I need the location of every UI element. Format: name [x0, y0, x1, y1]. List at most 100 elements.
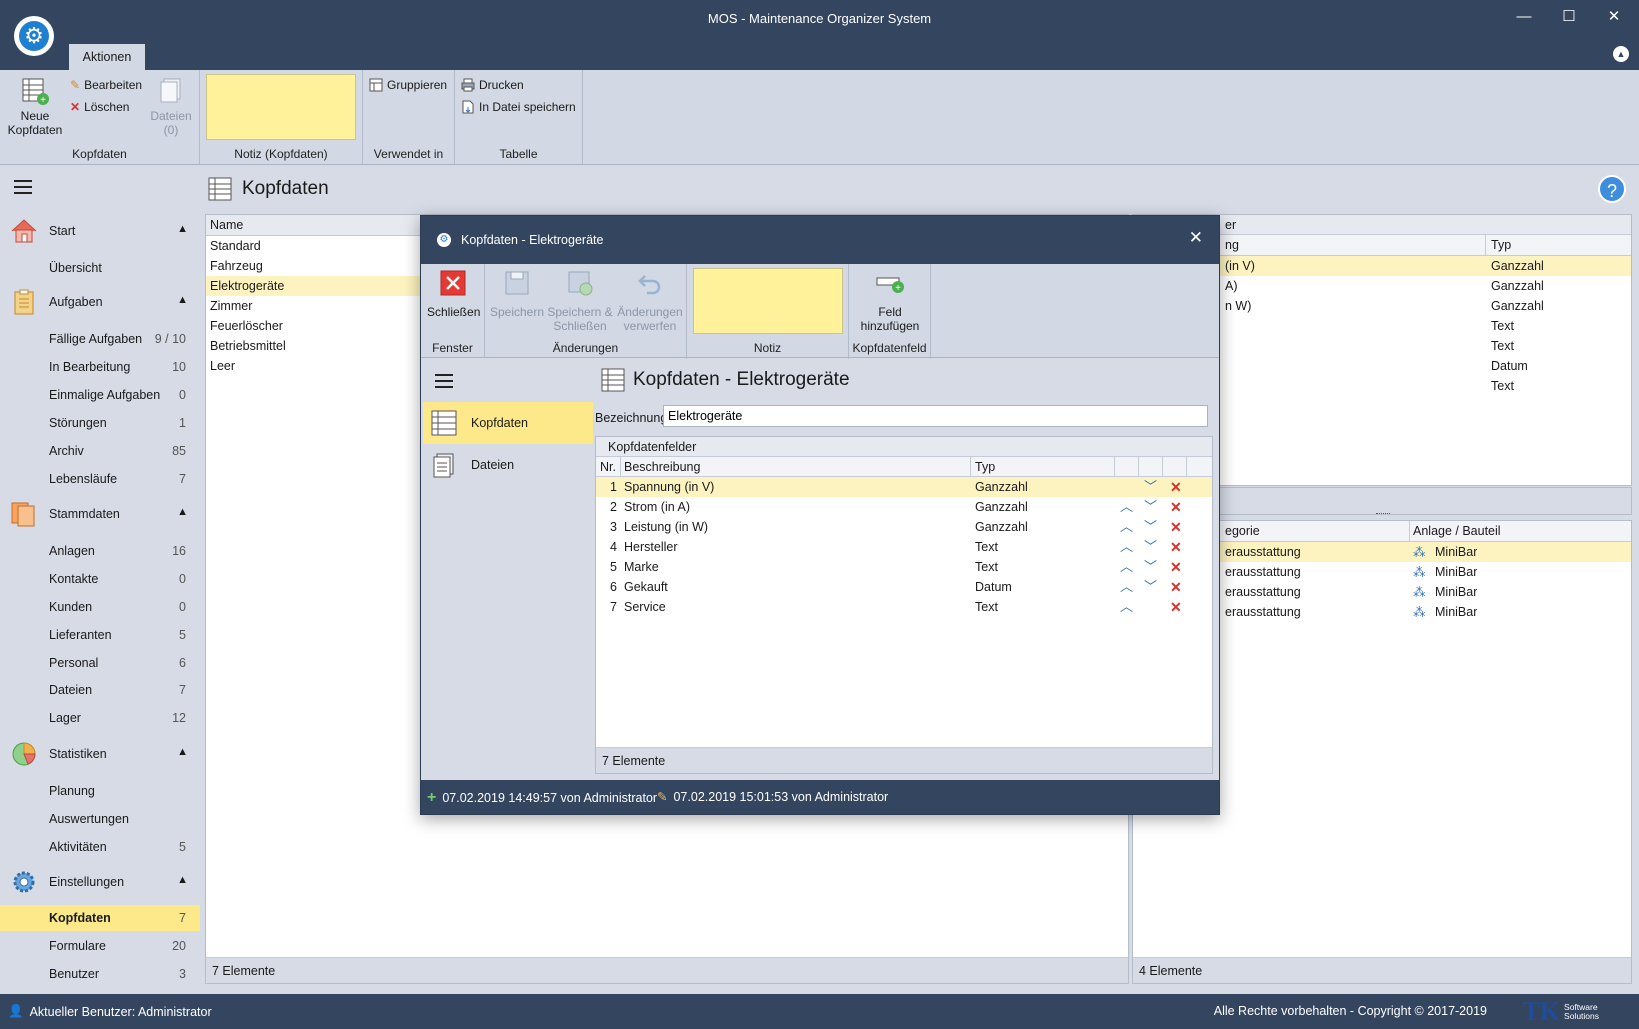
column-header[interactable]: ng — [1225, 235, 1239, 256]
sidebar-item-lebenslaeufe[interactable]: Lebensläufe 7 — [0, 466, 200, 492]
sidebar-item-aktivitaeten[interactable]: Aktivitäten 5 — [0, 834, 200, 860]
nav-section-label: Start — [49, 224, 76, 238]
bezeichnung-input[interactable] — [663, 405, 1208, 427]
created-text: 07.02.2019 14:49:57 von Administrator — [442, 791, 658, 805]
dialog-note-field[interactable] — [693, 268, 843, 334]
dialog-hamburger-icon[interactable] — [435, 374, 453, 392]
group-button[interactable]: Gruppieren — [369, 78, 447, 92]
move-up-icon[interactable]: ︿ — [1120, 597, 1133, 617]
move-down-icon[interactable]: ﹀ — [1144, 477, 1157, 497]
column-header[interactable]: egorie — [1225, 521, 1260, 542]
add-field-button[interactable]: + Feld hinzufügen — [853, 270, 927, 333]
delete-field-icon[interactable]: ✕ — [1170, 557, 1182, 577]
sidebar-item-benutzer[interactable]: Benutzer 3 — [0, 961, 200, 987]
move-down-icon[interactable]: ﹀ — [1144, 537, 1157, 557]
table-row[interactable]: 1 Spannung (in V) Ganzzahl ﹀ ✕ — [596, 477, 1212, 497]
sidebar-item-in-bearbeitung[interactable]: In Bearbeitung 10 — [0, 354, 200, 380]
move-down-icon[interactable]: ﹀ — [1144, 577, 1157, 597]
sidebar-item-kontakte[interactable]: Kontakte 0 — [0, 566, 200, 592]
sidebar-item-dateien[interactable]: Dateien 7 — [0, 677, 200, 703]
column-header[interactable]: Typ — [1491, 235, 1511, 256]
sidebar-item-einmalige-aufgaben[interactable]: Einmalige Aufgaben 0 — [0, 382, 200, 408]
sidebar-item-kopfdaten[interactable]: Kopfdaten 7 — [0, 905, 200, 931]
save-close-button[interactable]: Speichern & Schließen — [547, 270, 613, 333]
table-row[interactable]: 2 Strom (in A) Ganzzahl ︿ ﹀ ✕ — [596, 497, 1212, 517]
edit-button[interactable]: ✎ Bearbeiten — [70, 78, 142, 92]
table-icon — [208, 177, 232, 201]
close-dialog-button[interactable]: Schließen — [427, 270, 480, 319]
move-down-icon[interactable]: ﹀ — [1144, 497, 1157, 517]
dialog-nav-kopfdaten[interactable]: Kopfdaten — [423, 402, 593, 444]
sidebar-item-kunden[interactable]: Kunden 0 — [0, 594, 200, 620]
group-label-verwendet: Verwendet in — [373, 147, 444, 161]
sidebar-item-archiv[interactable]: Archiv 85 — [0, 438, 200, 464]
nav-section-start[interactable]: Start ▲ — [0, 216, 202, 246]
field-nr: 7 — [610, 600, 617, 614]
move-down-icon[interactable]: ﹀ — [1144, 517, 1157, 537]
move-up-icon[interactable]: ︿ — [1120, 537, 1133, 557]
table-row[interactable]: 7 Service Text ︿ ✕ — [596, 597, 1212, 617]
move-down-icon[interactable]: ﹀ — [1144, 557, 1157, 577]
print-button[interactable]: Drucken — [461, 78, 524, 92]
move-up-icon[interactable]: ︿ — [1120, 497, 1133, 517]
delete-field-icon[interactable]: ✕ — [1170, 597, 1182, 617]
hamburger-menu-icon[interactable] — [14, 180, 32, 198]
table-row[interactable]: 6 Gekauft Datum ︿ ﹀ ✕ — [596, 577, 1212, 597]
chevron-up-icon[interactable]: ▲ — [177, 874, 188, 886]
column-header-typ[interactable]: Typ — [975, 457, 995, 477]
note-field[interactable] — [206, 74, 356, 140]
delete-field-icon[interactable]: ✕ — [1170, 477, 1182, 497]
column-header-nr[interactable]: Nr. — [600, 457, 616, 477]
sidebar-item-faellige-aufgaben[interactable]: Fällige Aufgaben 9 / 10 — [0, 326, 200, 352]
dialog-close-icon[interactable]: ✕ — [1189, 228, 1203, 248]
splitter-handle[interactable] — [1376, 513, 1390, 515]
sidebar-item-stoerungen[interactable]: Störungen 1 — [0, 410, 200, 436]
move-up-icon[interactable]: ︿ — [1120, 517, 1133, 537]
move-up-icon[interactable]: ︿ — [1120, 557, 1133, 577]
tab-aktionen[interactable]: Aktionen — [69, 44, 145, 70]
new-kopfdaten-button[interactable]: + Neue Kopfdaten — [4, 76, 66, 137]
move-up-icon[interactable]: ︿ — [1120, 577, 1133, 597]
save-file-button[interactable]: In Datei speichern — [461, 100, 576, 114]
company-logo: TK Software Solutions — [1522, 997, 1599, 1027]
sidebar-item-lieferanten[interactable]: Lieferanten 5 — [0, 622, 200, 648]
files-button[interactable]: Dateien (0) — [146, 76, 196, 137]
save-button[interactable]: Speichern — [489, 270, 545, 319]
sidebar-item-label: Einmalige Aufgaben — [49, 388, 161, 402]
sidebar-item-formulare[interactable]: Formulare 20 — [0, 933, 200, 959]
sidebar-item-anlagen[interactable]: Anlagen 16 — [0, 538, 200, 564]
delete-field-icon[interactable]: ✕ — [1170, 537, 1182, 557]
nav-section-aufgaben[interactable]: Aufgaben ▲ — [0, 287, 202, 317]
collapse-ribbon-icon[interactable]: ▲ — [1613, 46, 1629, 62]
dialog-ribbon: Schließen Fenster Speichern Speichern & … — [421, 264, 1219, 359]
chevron-up-icon[interactable]: ▲ — [177, 294, 188, 306]
field-type: Datum — [975, 580, 1012, 594]
sidebar-item-personal[interactable]: Personal 6 — [0, 650, 200, 676]
chevron-up-icon[interactable]: ▲ — [177, 506, 188, 518]
table-row[interactable]: 4 Hersteller Text ︿ ﹀ ✕ — [596, 537, 1212, 557]
delete-field-icon[interactable]: ✕ — [1170, 497, 1182, 517]
nav-section-statistiken[interactable]: Statistiken ▲ — [0, 739, 202, 769]
delete-field-icon[interactable]: ✕ — [1170, 577, 1182, 597]
chevron-up-icon[interactable]: ▲ — [177, 746, 188, 758]
sidebar-item-auswertungen[interactable]: Auswertungen — [0, 806, 200, 832]
table-row[interactable]: 5 Marke Text ︿ ﹀ ✕ — [596, 557, 1212, 577]
sidebar-item-uebersicht[interactable]: Übersicht — [0, 255, 200, 281]
sidebar-item-lager[interactable]: Lager 12 — [0, 705, 200, 731]
discard-changes-button[interactable]: Änderungen verwerfen — [615, 270, 685, 333]
column-header-beschreibung[interactable]: Beschreibung — [624, 457, 700, 477]
delete-button[interactable]: ✕ Löschen — [70, 100, 129, 114]
maximize-button[interactable]: ☐ — [1555, 6, 1583, 28]
help-button[interactable]: ? — [1598, 175, 1626, 203]
table-row[interactable]: 3 Leistung (in W) Ganzzahl ︿ ﹀ ✕ — [596, 517, 1212, 537]
column-header[interactable]: Anlage / Bauteil — [1413, 521, 1501, 542]
delete-field-icon[interactable]: ✕ — [1170, 517, 1182, 537]
dialog-nav-dateien[interactable]: Dateien — [423, 444, 593, 486]
chevron-up-icon[interactable]: ▲ — [177, 223, 188, 235]
nav-section-einstellungen[interactable]: Einstellungen ▲ — [0, 867, 202, 897]
nav-section-stammdaten[interactable]: Stammdaten ▲ — [0, 499, 202, 529]
close-button[interactable]: ✕ — [1600, 6, 1628, 28]
minimize-button[interactable]: — — [1510, 6, 1538, 28]
group-label: Gruppieren — [387, 78, 448, 92]
sidebar-item-planung[interactable]: Planung — [0, 778, 200, 804]
